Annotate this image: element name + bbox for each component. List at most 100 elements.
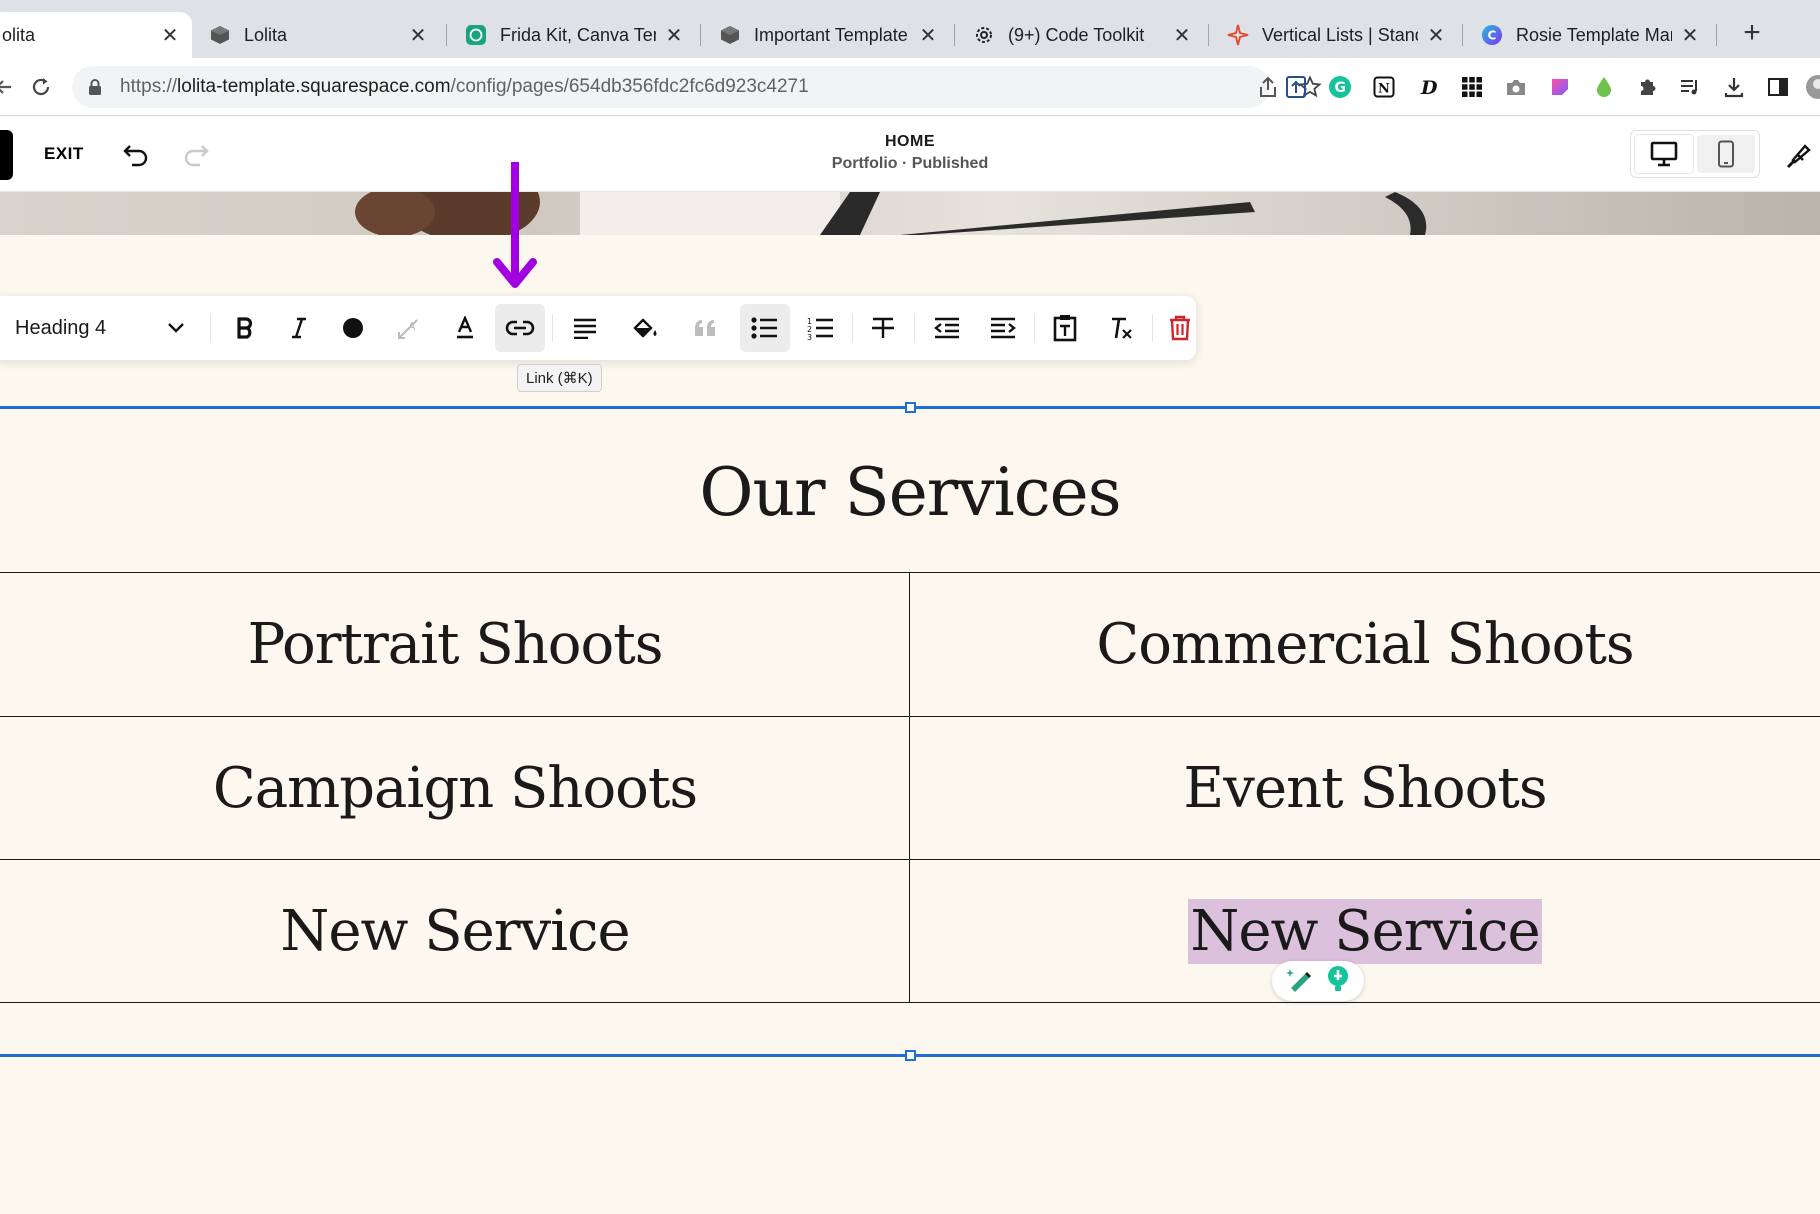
- close-icon[interactable]: ✕: [1172, 23, 1192, 48]
- service-cell[interactable]: Event Shoots: [910, 717, 1820, 860]
- close-icon[interactable]: ✕: [160, 23, 180, 48]
- cube-icon: [718, 23, 742, 47]
- side-panel-icon[interactable]: [1765, 74, 1791, 100]
- heading-format-select[interactable]: Heading 4: [15, 312, 190, 344]
- tab-vertical-lists[interactable]: Vertical Lists | Stand ✕: [1214, 12, 1458, 58]
- tab-important-template[interactable]: Important Template I ✕: [706, 12, 950, 58]
- squarespace-menu-button[interactable]: [0, 130, 13, 180]
- tab-label: Important Template I: [754, 24, 910, 45]
- d-extension-icon[interactable]: D: [1415, 74, 1441, 100]
- delete-trash-icon[interactable]: [1155, 304, 1205, 352]
- close-icon[interactable]: ✕: [918, 23, 938, 48]
- text-color-icon[interactable]: [328, 304, 378, 352]
- new-tab-button[interactable]: +: [1735, 16, 1769, 50]
- svg-text:A: A: [408, 320, 416, 333]
- drop-extension-icon[interactable]: [1591, 74, 1617, 100]
- tab-lolita-editor[interactable]: olita ✕: [0, 12, 192, 58]
- indent-icon[interactable]: [978, 304, 1028, 352]
- reload-icon[interactable]: [24, 70, 58, 104]
- section-resize-handle-bottom[interactable]: [905, 1050, 916, 1061]
- page-title: HOME: [885, 133, 935, 150]
- grammarly-icon[interactable]: G: [1327, 74, 1353, 100]
- close-icon[interactable]: ✕: [1680, 23, 1700, 48]
- paint-bucket-icon[interactable]: [620, 304, 670, 352]
- canva-icon: C: [1480, 23, 1504, 47]
- tab-frida-kit[interactable]: Frida Kit, Canva Tem ✕: [452, 12, 696, 58]
- grid-apps-icon[interactable]: [1459, 74, 1485, 100]
- palette-extension-icon[interactable]: [1547, 74, 1573, 100]
- share-icon[interactable]: [1255, 74, 1281, 100]
- mobile-view-icon[interactable]: [1697, 135, 1755, 173]
- strikethrough-icon[interactable]: [858, 304, 908, 352]
- hero-image: [0, 192, 1820, 235]
- service-cell[interactable]: New Service: [0, 860, 910, 1003]
- exit-button[interactable]: EXIT: [44, 144, 84, 164]
- service-cell[interactable]: Portrait Shoots: [0, 573, 910, 716]
- tab-code-toolkit[interactable]: (9+) Code Toolkit ✕: [960, 12, 1204, 58]
- download-icon[interactable]: [1721, 74, 1747, 100]
- service-cell[interactable]: Commercial Shoots: [910, 573, 1820, 716]
- toolbar-divider: [1152, 314, 1153, 342]
- magic-pen-icon[interactable]: [1285, 966, 1315, 997]
- align-left-icon[interactable]: [560, 304, 610, 352]
- bold-icon[interactable]: [220, 304, 270, 352]
- toolbar-divider: [1034, 314, 1035, 342]
- link-icon[interactable]: [495, 304, 545, 352]
- close-icon[interactable]: ✕: [664, 23, 684, 48]
- notion-icon[interactable]: N: [1371, 74, 1397, 100]
- grammarly-widget[interactable]: [1272, 961, 1364, 1001]
- svg-text:D: D: [1420, 77, 1438, 98]
- site-styles-brush-icon[interactable]: [1782, 139, 1814, 171]
- service-name[interactable]: New Service: [278, 899, 631, 964]
- text-size-icon[interactable]: A: [384, 304, 434, 352]
- gear-icon: [972, 23, 996, 47]
- section-resize-handle-top[interactable]: [905, 402, 916, 413]
- lock-icon[interactable]: [86, 78, 104, 96]
- services-heading[interactable]: Our Services: [0, 454, 1820, 531]
- back-icon[interactable]: [0, 70, 20, 104]
- undo-icon[interactable]: [120, 139, 152, 171]
- service-cell[interactable]: New Service: [910, 860, 1820, 1003]
- clear-formatting-icon[interactable]: [1096, 304, 1146, 352]
- service-name[interactable]: Portrait Shoots: [246, 612, 665, 677]
- camera-icon[interactable]: [1503, 74, 1529, 100]
- tab-rosie-template[interactable]: C Rosie Template Mark ✕: [1468, 12, 1712, 58]
- tab-label: Lolita: [244, 24, 288, 45]
- url-text: https://lolita-template.squarespace.com/…: [120, 76, 809, 97]
- link-tooltip: Link (⌘K): [517, 364, 602, 392]
- close-icon[interactable]: ✕: [408, 23, 428, 48]
- grammarly-suggestion-icon[interactable]: [1325, 965, 1351, 998]
- upload-extension-icon[interactable]: [1283, 74, 1309, 100]
- tab-separator: [1716, 24, 1717, 46]
- bulleted-list-icon[interactable]: [740, 304, 790, 352]
- paste-plain-text-icon[interactable]: [1040, 304, 1090, 352]
- media-queue-icon[interactable]: [1677, 74, 1703, 100]
- text-highlight-icon[interactable]: [440, 304, 490, 352]
- chevron-down-icon: [168, 323, 184, 333]
- tab-label: Vertical Lists | Stand: [1262, 24, 1418, 45]
- tab-label: Frida Kit, Canva Tem: [500, 24, 656, 45]
- editor-header: EXIT HOME Portfolio · Published: [0, 117, 1820, 192]
- outdent-icon[interactable]: [922, 304, 972, 352]
- format-select-label: Heading 4: [15, 316, 107, 339]
- blockquote-icon[interactable]: [680, 304, 730, 352]
- service-name[interactable]: Event Shoots: [1181, 756, 1548, 821]
- service-name[interactable]: Campaign Shoots: [211, 756, 699, 821]
- italic-icon[interactable]: [274, 304, 324, 352]
- tab-label: (9+) Code Toolkit: [1008, 24, 1145, 45]
- tab-lolita[interactable]: Lolita ✕: [196, 12, 440, 58]
- service-name-selected[interactable]: New Service: [1188, 899, 1542, 964]
- puzzle-extensions-icon[interactable]: [1635, 74, 1661, 100]
- profile-avatar[interactable]: [1805, 74, 1820, 100]
- desktop-view-icon[interactable]: [1635, 135, 1693, 173]
- address-bar[interactable]: https://lolita-template.squarespace.com/…: [72, 66, 1322, 108]
- tab-separator: [1208, 24, 1209, 46]
- numbered-list-icon[interactable]: 123: [796, 304, 846, 352]
- close-icon[interactable]: ✕: [1426, 23, 1446, 48]
- service-name[interactable]: Commercial Shoots: [1094, 612, 1635, 677]
- svg-text:3: 3: [807, 333, 812, 340]
- service-cell[interactable]: Campaign Shoots: [0, 717, 910, 860]
- redo-icon[interactable]: [180, 139, 212, 171]
- cube-icon: [208, 23, 232, 47]
- tab-separator: [700, 24, 701, 46]
